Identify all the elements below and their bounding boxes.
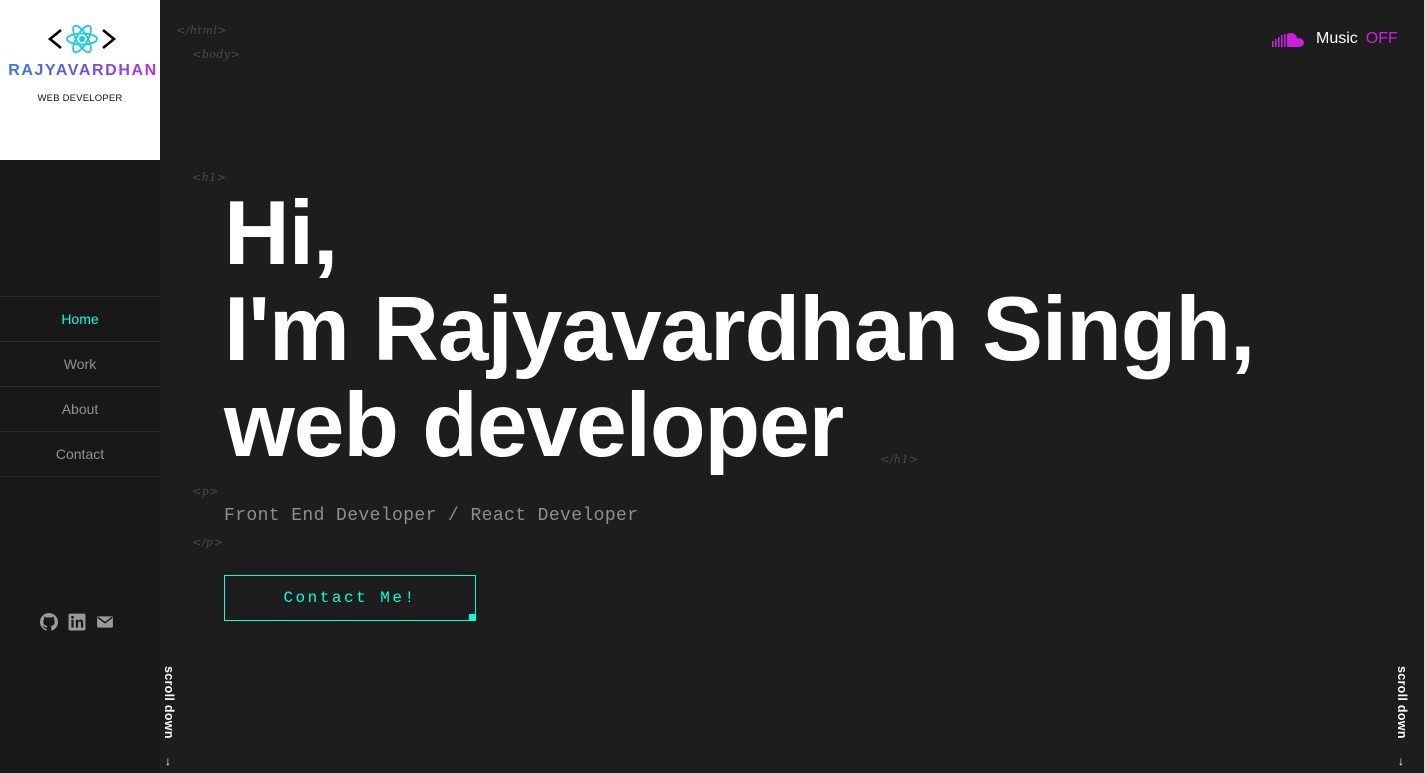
- music-toggle[interactable]: Music OFF: [1272, 30, 1398, 48]
- arrow-down-icon-right: ↓: [1398, 754, 1404, 768]
- contact-me-button[interactable]: Contact Me!: [224, 575, 476, 621]
- sidebar: RAJYAVARDHAN WEB DEVELOPER Home Work Abo…: [0, 0, 160, 773]
- music-state: OFF: [1365, 30, 1398, 47]
- p-close-tag: </p>: [192, 536, 224, 549]
- social-links: [40, 613, 114, 631]
- hero-subtitle: Front End Developer / React Developer: [224, 506, 639, 526]
- main-nav: Home Work About Contact: [0, 296, 160, 477]
- github-icon[interactable]: [40, 613, 59, 631]
- nav-item-about[interactable]: About: [0, 387, 160, 432]
- hero-line-role: web developer: [224, 375, 844, 476]
- hero-line-greeting: Hi,: [224, 183, 338, 284]
- h1-open-tag: <h1>: [192, 171, 227, 184]
- logo-name: RAJYAVARDHAN: [0, 62, 166, 80]
- logo[interactable]: RAJYAVARDHAN WEB DEVELOPER: [0, 0, 160, 160]
- body-open-tag: <body>: [192, 48, 241, 61]
- music-label: Music: [1316, 30, 1358, 47]
- nav-item-work[interactable]: Work: [0, 342, 160, 387]
- linkedin-icon[interactable]: [68, 613, 86, 631]
- mail-icon[interactable]: [96, 613, 114, 631]
- contact-me-label: Contact Me!: [283, 589, 417, 607]
- nav-item-home[interactable]: Home: [0, 297, 160, 342]
- arrow-down-icon: ↓: [165, 754, 171, 768]
- hero-headline: Hi, I'm Rajyavardhan Singh, web develope…: [224, 183, 1255, 476]
- p-open-tag: <p>: [192, 485, 219, 498]
- scroll-down-left[interactable]: scroll down: [162, 666, 176, 739]
- html-open-tag: </html>: [176, 24, 228, 37]
- nav-item-contact[interactable]: Contact: [0, 432, 160, 477]
- logo-subtitle: WEB DEVELOPER: [37, 93, 123, 104]
- button-corner-accent: [469, 614, 476, 621]
- soundcloud-icon: [1272, 33, 1304, 47]
- scroll-down-right[interactable]: scroll down: [1395, 666, 1409, 739]
- react-logo-icon: [47, 24, 117, 54]
- hero-line-name: I'm Rajyavardhan Singh,: [224, 279, 1255, 380]
